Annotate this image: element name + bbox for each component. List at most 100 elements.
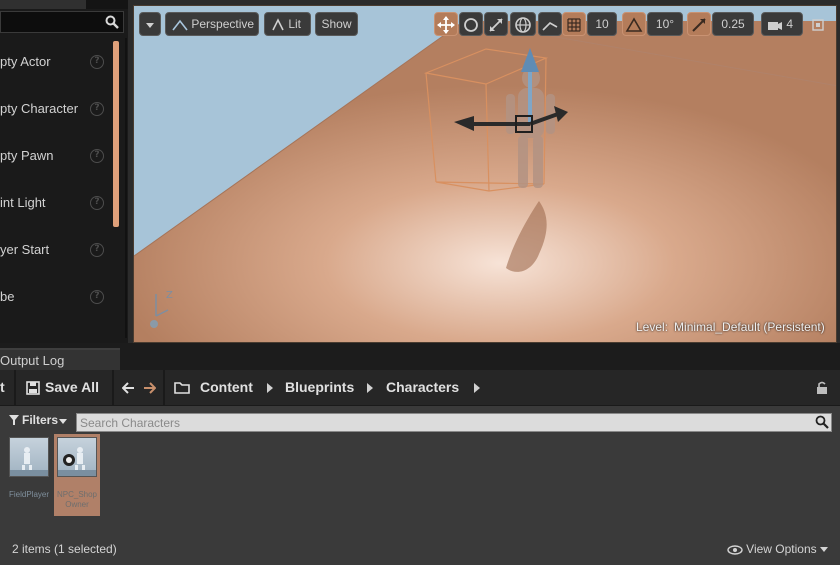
place-item-label: pty Pawn (0, 148, 54, 163)
world-local-toggle[interactable] (510, 12, 536, 36)
tab-output-log-label: Output Log (0, 353, 65, 368)
breadcrumb-separator-icon[interactable] (474, 383, 480, 393)
help-icon[interactable]: ? (90, 55, 104, 69)
search-icon (105, 15, 119, 29)
modes-panel: pty Actor ? pty Character ? pty Pawn ? i… (0, 0, 128, 343)
item-count-status: 2 items (1 selected) (12, 542, 117, 556)
level-viewport[interactable]: Perspective Lit Show 10 10° 0.25 4 Z Lev… (133, 5, 837, 343)
viewport-options-button[interactable] (139, 12, 161, 36)
breadcrumb-content[interactable]: Content (200, 379, 253, 395)
place-item-empty-pawn[interactable]: pty Pawn ? (0, 135, 118, 175)
grid-snap-toggle[interactable] (562, 12, 586, 36)
place-item-label: pty Actor (0, 54, 51, 69)
surface-snap-icon (542, 21, 558, 31)
asset-search-input[interactable] (80, 414, 800, 431)
editor-root: pty Actor ? pty Character ? pty Pawn ? i… (0, 0, 840, 565)
maximize-viewport-button[interactable] (810, 12, 830, 36)
asset-search-field[interactable] (76, 413, 832, 432)
show-button[interactable]: Show (315, 12, 358, 36)
bottom-tabbar: Output Log (0, 343, 840, 370)
lit-icon (272, 18, 284, 31)
level-indicator: Level: Minimal_Default (Persistent) (636, 320, 825, 334)
breadcrumb-blueprints[interactable]: Blueprints (285, 379, 354, 395)
scale-snap-toggle[interactable] (687, 12, 711, 36)
grid-snap-value[interactable]: 10 (587, 12, 617, 36)
panel-divider (125, 38, 127, 338)
forward-arrow-icon[interactable] (142, 381, 156, 395)
scale-snap-icon (692, 18, 706, 32)
scale-snap-value[interactable]: 0.25 (712, 12, 754, 36)
perspective-icon (172, 19, 188, 31)
asset-tile-fieldplayer[interactable]: FieldPlayer (6, 434, 52, 516)
help-icon[interactable]: ? (90, 102, 104, 116)
place-item-label: yer Start (0, 242, 50, 257)
rotation-snap-value[interactable]: 10° (647, 12, 683, 36)
import-button-partial[interactable]: t (0, 379, 5, 395)
globe-icon (515, 17, 531, 33)
view-options-label: View Options (746, 542, 817, 556)
lit-label: Lit (288, 17, 302, 31)
place-item-cube[interactable]: be ? (0, 276, 118, 316)
breadcrumb-characters[interactable]: Characters (386, 379, 459, 395)
camera-speed-button[interactable]: 4 (761, 12, 803, 36)
content-browser-navbar: t Save All Content Blueprints Characters (0, 370, 840, 406)
place-item-empty-actor[interactable]: pty Actor ? (0, 41, 118, 81)
modes-search-input[interactable] (0, 11, 124, 33)
angle-icon (625, 17, 643, 32)
help-icon[interactable]: ? (90, 243, 104, 257)
svg-text:Z: Z (166, 290, 173, 301)
perspective-button[interactable]: Perspective (165, 12, 259, 36)
breadcrumb-separator-icon[interactable] (367, 383, 373, 393)
save-all-label: Save All (45, 379, 99, 395)
camera-speed-label: 4 (786, 17, 794, 31)
help-icon[interactable]: ? (90, 290, 104, 304)
axis-indicator-icon: Z (150, 290, 173, 328)
level-value: Minimal_Default (Persistent) (674, 320, 825, 334)
show-label: Show (321, 17, 352, 31)
move-icon (437, 15, 455, 34)
rotation-snap-toggle[interactable] (622, 12, 646, 36)
scale-snap-label: 0.25 (721, 17, 745, 31)
asset-tile-npc-shopowner[interactable]: NPC_Shop Owner (54, 434, 100, 516)
place-item-label: pty Character (0, 101, 79, 116)
help-icon[interactable]: ? (90, 149, 104, 163)
search-icon (815, 415, 829, 429)
scale-mode-button[interactable] (484, 12, 508, 36)
filter-icon (9, 415, 19, 425)
blueprint-thumbnail-icon (57, 437, 97, 477)
chevron-down-icon (146, 22, 154, 28)
maximize-icon (812, 19, 824, 31)
lock-icon[interactable] (816, 381, 828, 395)
modes-list: pty Actor ? pty Character ? pty Pawn ? i… (0, 38, 120, 338)
place-item-point-light[interactable]: int Light ? (0, 182, 118, 222)
view-options-button[interactable]: View Options (727, 542, 828, 556)
chevron-down-icon (820, 546, 828, 552)
blueprint-thumbnail-icon (9, 437, 49, 477)
lit-button[interactable]: Lit (264, 12, 311, 36)
help-icon[interactable]: ? (90, 196, 104, 210)
viewport-scene (134, 20, 836, 342)
scale-icon (489, 18, 503, 32)
divider (14, 370, 16, 406)
modes-scrollbar[interactable] (113, 41, 119, 227)
folder-icon (174, 382, 190, 394)
filters-label: Filters (22, 413, 59, 427)
asset-name-line: Owner (65, 500, 89, 509)
eye-icon (727, 545, 743, 555)
rotate-mode-button[interactable] (459, 12, 483, 36)
place-item-empty-character[interactable]: pty Character ? (0, 88, 118, 128)
asset-name-line: NPC_Shop (56, 490, 98, 499)
tab-output-log[interactable]: Output Log (0, 348, 120, 370)
back-arrow-icon[interactable] (122, 381, 136, 395)
surface-snap-button[interactable] (538, 12, 562, 36)
save-icon (26, 381, 40, 395)
level-label: Level: (636, 320, 669, 334)
place-item-player-start[interactable]: yer Start ? (0, 229, 118, 269)
grid-snap-label: 10 (595, 17, 609, 31)
translate-mode-button[interactable] (434, 12, 458, 36)
breadcrumb-separator-icon[interactable] (267, 383, 273, 393)
rotation-snap-label: 10° (655, 17, 675, 31)
grid-icon (567, 18, 581, 32)
asset-name: NPC_Shop Owner (54, 490, 100, 510)
modes-tab[interactable] (0, 0, 86, 9)
